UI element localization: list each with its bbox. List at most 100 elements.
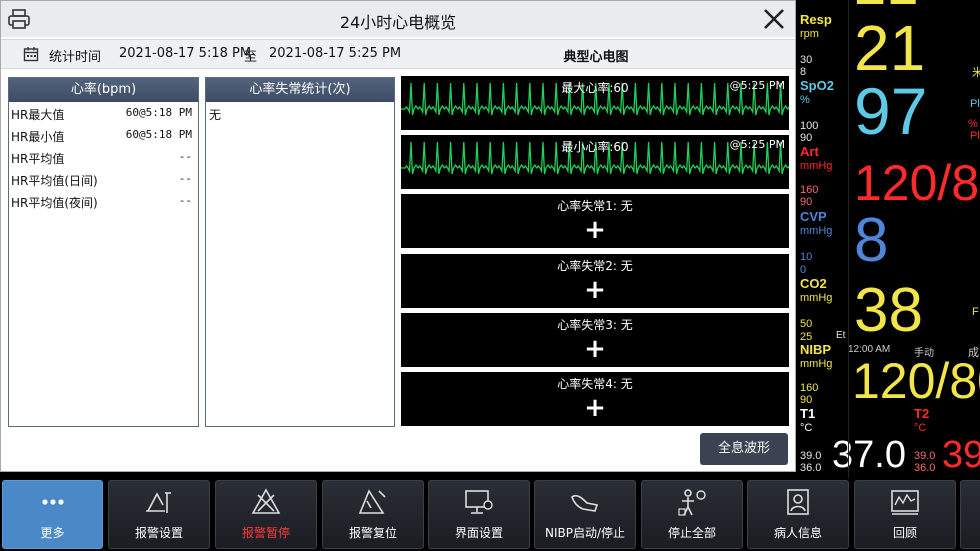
- stop-all-label: 停止全部: [667, 526, 716, 540]
- arrhythmia-stats-panel: 心率失常统计(次) 无: [205, 77, 395, 427]
- cvp-label: CVP: [800, 209, 827, 224]
- t1-low-limit: 36.0: [800, 462, 822, 474]
- more-button[interactable]: 更多: [2, 480, 103, 549]
- close-button[interactable]: [761, 7, 787, 31]
- nibp-start-stop-label: NIBP启动/停止: [544, 526, 626, 540]
- patient-info-button[interactable]: 病人信息: [747, 480, 849, 549]
- review-button[interactable]: 回顾: [854, 480, 956, 549]
- alarm-pause-label: 报警暂停: [241, 526, 290, 540]
- ecg-strip-max-hr[interactable]: 最大心率:60 @5:25 PM: [401, 76, 789, 130]
- edge-text-3: %: [968, 118, 978, 130]
- t1-label: T1: [800, 406, 816, 421]
- hr-row-label: HR平均值(夜间): [11, 196, 98, 210]
- stop-all-icon: [678, 489, 706, 516]
- arrhythmia-strip-3[interactable]: 心率失常3: 无 +: [401, 313, 789, 367]
- spo2-value[interactable]: 97: [854, 78, 927, 144]
- nibp-unit: mmHg: [800, 358, 833, 370]
- arrhythmia-strip-1[interactable]: 心率失常1: 无 +: [401, 194, 789, 248]
- ecg-strip-min-hr[interactable]: 最小心率:60 @5:25 PM: [401, 135, 789, 189]
- art-label: Art: [800, 144, 819, 159]
- hr-row-avg-night: HR平均值(夜间) --: [9, 190, 198, 212]
- hr-row-label: HR平均值(日间): [11, 174, 98, 188]
- cvp-value[interactable]: 8: [854, 210, 888, 272]
- t2-high-limit: 39.0: [914, 450, 936, 462]
- alarm-reset-label: 报警复位: [348, 526, 397, 540]
- hr-row-avg-day: HR平均值(日间) --: [9, 168, 198, 190]
- alarm-settings-label: 报警设置: [134, 526, 183, 540]
- alarm-settings-icon: [146, 492, 171, 513]
- monitor-gear-icon: [465, 490, 493, 514]
- hr-row-value: 60@5:18 PM: [125, 106, 192, 119]
- add-icon[interactable]: +: [401, 216, 789, 244]
- screen-settings-button[interactable]: 界面设置: [428, 480, 530, 549]
- arrhythmia-stats-title: 心率失常统计(次): [206, 78, 394, 102]
- art-unit: mmHg: [800, 160, 833, 172]
- hr-row-value: 60@5:18 PM: [125, 128, 192, 141]
- add-icon[interactable]: +: [401, 276, 789, 304]
- t1-value[interactable]: 37.0: [832, 436, 906, 474]
- edge-text-2: Pl: [970, 98, 980, 110]
- ecg-strip-time: @5:25 PM: [729, 79, 785, 92]
- alarm-reset-button[interactable]: 报警复位: [322, 480, 424, 549]
- bottom-toolbar: 更多 报警设置 报警暂停 报警复位 界面设置 NIBP启动/停止 停止全部 病人…: [0, 478, 980, 551]
- ecg-strip-time: @5:25 PM: [729, 138, 785, 151]
- art-value[interactable]: 120/80: [854, 158, 980, 208]
- cvp-high-limit: 10: [800, 251, 813, 263]
- co2-value[interactable]: 38: [854, 280, 923, 342]
- ecg-overview-dialog: 24小时心电概览 统计时间 2021-08-17 5:18 PM 至 2021-…: [0, 0, 796, 472]
- arrhythmia-strip-label: 心率失常4: 无: [557, 377, 633, 391]
- add-icon[interactable]: +: [401, 335, 789, 363]
- nibp-start-stop-button[interactable]: NIBP启动/停止: [534, 480, 636, 549]
- arrhythmia-strip-label: 心率失常2: 无: [557, 259, 633, 273]
- full-waveform-button[interactable]: 全息波形: [700, 433, 788, 465]
- heart-rate-panel-title: 心率(bpm): [9, 78, 198, 102]
- stat-time-to: 2021-08-17 5:25 PM: [269, 46, 402, 61]
- arrhythmia-strip-label: 心率失常1: 无: [557, 199, 633, 213]
- stat-time-label: 统计时间: [49, 50, 102, 65]
- add-icon[interactable]: +: [401, 394, 789, 422]
- nibp-value[interactable]: 120/80: [852, 356, 980, 406]
- resp-high-limit: 30: [800, 54, 813, 66]
- resp-value[interactable]: 21: [854, 16, 925, 80]
- patient-info-label: 病人信息: [773, 526, 822, 540]
- cvp-low-limit: 0: [800, 264, 807, 276]
- co2-label: CO2: [800, 276, 827, 291]
- stat-time-from: 2021-08-17 5:18 PM: [119, 46, 252, 61]
- art-high-limit: 160: [800, 184, 819, 196]
- calendar-icon: [23, 47, 39, 62]
- hr-row-value: --: [178, 150, 192, 163]
- dialog-titlebar: 24小时心电概览: [1, 1, 795, 37]
- edge-text-5: F: [972, 306, 979, 318]
- alarm-pause-button[interactable]: 报警暂停: [215, 480, 317, 549]
- co2-high-limit: 50: [800, 318, 813, 330]
- hr-row-label: HR平均值: [11, 152, 65, 166]
- t2-low-limit: 36.0: [914, 462, 936, 474]
- stop-all-button[interactable]: 停止全部: [641, 480, 743, 549]
- more-label: 更多: [40, 526, 65, 540]
- review-label: 回顾: [892, 526, 917, 540]
- vitals-divider: [848, 0, 849, 478]
- edge-text-1: 米: [972, 67, 980, 79]
- nibp-low-limit: 90: [800, 394, 813, 406]
- dialog-title: 24小时心电概览: [339, 13, 457, 32]
- t1-unit: °C: [800, 422, 813, 434]
- stat-time-to-word: 至: [244, 50, 258, 65]
- alarm-settings-button[interactable]: 报警设置: [108, 480, 210, 549]
- patient-card-icon: [787, 489, 809, 515]
- co2-et-tag: Et: [836, 330, 846, 341]
- t2-label: T2: [914, 406, 930, 421]
- t1-high-limit: 39.0: [800, 450, 822, 462]
- resp-low-limit: 8: [800, 66, 807, 78]
- edge-text-4: Pl: [970, 130, 980, 142]
- resp-unit: rpm: [800, 28, 819, 40]
- arrhythmia-strip-4[interactable]: 心率失常4: 无 +: [401, 372, 789, 426]
- arrhythmia-stats-value: 无: [209, 108, 222, 122]
- arrhythmia-strip-2[interactable]: 心率失常2: 无 +: [401, 254, 789, 308]
- cvp-unit: mmHg: [800, 225, 833, 237]
- spo2-label: SpO2: [800, 78, 834, 93]
- t2-value[interactable]: 39: [942, 436, 980, 474]
- heart-rate-panel: 心率(bpm) HR最大值 60@5:18 PM HR最小值 60@5:18 P…: [8, 77, 199, 427]
- toolbar-next-button[interactable]: [960, 480, 980, 549]
- alarm-pause-icon: [251, 488, 281, 514]
- review-chart-icon: [891, 490, 919, 515]
